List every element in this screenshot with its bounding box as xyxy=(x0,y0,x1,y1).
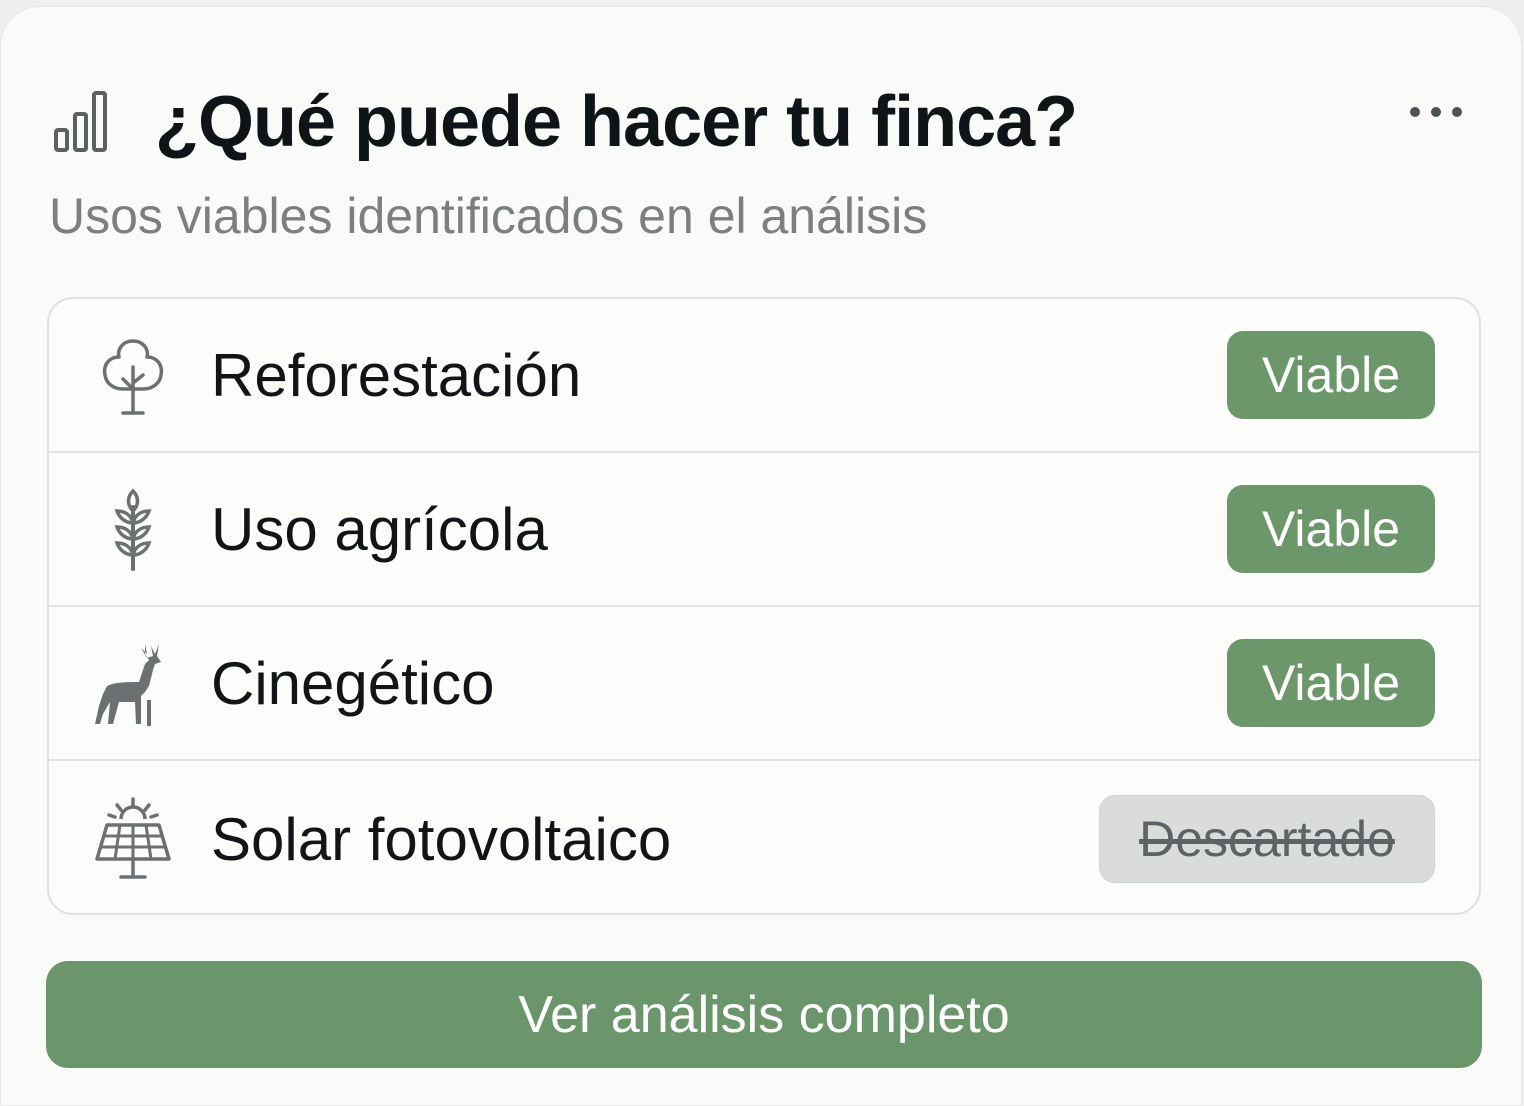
list-item-cinegetico: Cinegético Viable xyxy=(49,607,1479,761)
list-item-reforestacion: Reforestación Viable xyxy=(49,299,1479,453)
card-header: ¿Qué puede hacer tu finca? xyxy=(51,77,1078,167)
use-label: Cinegético xyxy=(211,649,495,717)
status-badge: Viable xyxy=(1227,485,1435,573)
solar-panel-icon xyxy=(93,797,173,881)
card-title: ¿Qué puede hacer tu finca? xyxy=(155,82,1078,162)
uses-list: Reforestación Viable Uso agrícola Viable xyxy=(47,297,1481,915)
bar-chart-icon xyxy=(54,91,107,152)
more-horizontal-icon xyxy=(1410,107,1462,117)
tree-icon xyxy=(93,333,173,417)
use-label: Reforestación xyxy=(211,341,582,409)
list-item-solar-fotovoltaico: Solar fotovoltaico Descartado xyxy=(49,761,1479,913)
list-item-uso-agricola: Uso agrícola Viable xyxy=(49,453,1479,607)
status-badge: Descartado xyxy=(1099,795,1435,883)
view-full-analysis-button[interactable]: Ver análisis completo xyxy=(46,961,1482,1068)
card-subtitle: Usos viables identificados en el análisi… xyxy=(49,188,928,244)
analysis-card: ¿Qué puede hacer tu finca? Usos viables … xyxy=(0,6,1522,1106)
status-badge: Viable xyxy=(1227,331,1435,419)
wheat-icon xyxy=(93,487,173,571)
status-badge: Viable xyxy=(1227,639,1435,727)
more-options-button[interactable] xyxy=(1401,89,1471,135)
use-label: Solar fotovoltaico xyxy=(211,805,672,873)
deer-icon xyxy=(93,641,173,726)
use-label: Uso agrícola xyxy=(211,495,548,563)
